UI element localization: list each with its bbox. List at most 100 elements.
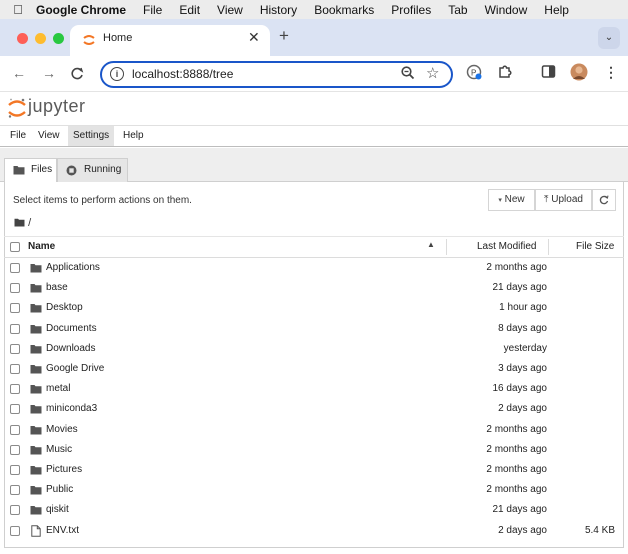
folder-icon (30, 505, 42, 518)
file-name[interactable]: ENV.txt (46, 525, 79, 536)
menubar-app-name[interactable]: Google Chrome (36, 3, 126, 17)
jupyter-logo-icon[interactable] (8, 97, 26, 119)
file-row[interactable]: Public 2 months ago (4, 480, 624, 500)
tab-running[interactable]: Running (57, 158, 128, 182)
row-checkbox[interactable] (10, 444, 20, 455)
row-checkbox[interactable] (10, 525, 20, 536)
side-panel-icon[interactable] (541, 64, 556, 79)
minimize-window-button[interactable] (35, 33, 46, 44)
tab-files[interactable]: Files (4, 158, 57, 183)
menubar-item-profiles[interactable]: Profiles (391, 3, 431, 17)
file-row[interactable]: qiskit 21 days ago (4, 500, 624, 520)
row-checkbox[interactable] (10, 323, 20, 334)
column-file-size[interactable]: File Size (576, 241, 614, 252)
forward-arrow-icon[interactable]: → (42, 65, 56, 81)
file-size: 5.4 KB (584, 524, 615, 536)
zoom-window-button[interactable] (53, 33, 64, 44)
file-row[interactable]: ENV.txt 2 days ago 5.4 KB (4, 521, 624, 541)
column-divider (548, 239, 549, 255)
address-bar[interactable]: i localhost:8888/tree ☆ (100, 61, 453, 88)
bookmark-star-icon[interactable]: ☆ (426, 64, 439, 82)
select-all-checkbox[interactable] (10, 242, 20, 252)
chrome-menu-icon[interactable]: ⋮ (604, 64, 618, 81)
zoom-icon[interactable] (400, 65, 416, 81)
jupyter-logo-text[interactable]: jupyter (28, 96, 86, 117)
file-last-modified: 21 days ago (492, 504, 548, 516)
row-checkbox[interactable] (10, 303, 20, 314)
file-name[interactable]: miniconda3 (46, 403, 97, 414)
site-info-icon[interactable]: i (110, 67, 124, 81)
tab-search-icon[interactable]: ⌄ (598, 27, 620, 49)
file-row[interactable]: Applications 2 months ago (4, 258, 624, 278)
file-row[interactable]: Documents 8 days ago (4, 319, 624, 339)
reload-icon[interactable] (71, 67, 84, 80)
extensions-puzzle-icon[interactable] (497, 64, 513, 80)
menubar-item-tab[interactable]: Tab (448, 3, 467, 17)
file-row[interactable]: Google Drive 3 days ago (4, 359, 624, 379)
close-window-button[interactable] (17, 33, 28, 44)
row-checkbox[interactable] (10, 263, 20, 273)
refresh-button[interactable] (592, 189, 616, 211)
row-checkbox[interactable] (10, 505, 20, 516)
file-row[interactable]: Downloads yesterday (4, 339, 624, 359)
back-arrow-icon[interactable]: ← (12, 65, 26, 81)
refresh-icon (599, 195, 609, 205)
menubar-item-bookmarks[interactable]: Bookmarks (314, 3, 374, 17)
sort-ascending-icon[interactable]: ▲ (427, 240, 435, 249)
breadcrumb: / (14, 217, 31, 229)
file-name[interactable]: Movies (46, 424, 78, 435)
file-name[interactable]: qiskit (46, 504, 69, 515)
column-name[interactable]: Name (28, 241, 55, 252)
upload-button[interactable]: ⤒ Upload (535, 189, 592, 211)
column-last-modified[interactable]: Last Modified (477, 241, 536, 252)
browser-tab-home[interactable]: Home ✕ (70, 25, 270, 56)
file-name[interactable]: base (46, 282, 68, 293)
row-checkbox[interactable] (10, 465, 20, 475)
menubar-item-file[interactable]: File (143, 3, 162, 17)
new-tab-icon[interactable]: + (279, 26, 289, 46)
file-name[interactable]: Google Drive (46, 363, 104, 374)
row-checkbox[interactable] (10, 424, 20, 435)
jupyter-menu-file[interactable]: File (5, 126, 31, 146)
file-name[interactable]: Pictures (46, 464, 82, 475)
row-checkbox[interactable] (10, 384, 20, 395)
address-url[interactable]: localhost:8888/tree (132, 67, 233, 81)
file-name[interactable]: metal (46, 383, 70, 394)
home-folder-icon[interactable] (14, 218, 25, 227)
close-tab-icon[interactable]: ✕ (248, 29, 260, 46)
row-checkbox[interactable] (10, 485, 20, 496)
menubar-item-help[interactable]: Help (544, 3, 569, 17)
jupyter-menu-view[interactable]: View (33, 126, 65, 146)
file-name[interactable]: Desktop (46, 302, 83, 313)
menubar-item-window[interactable]: Window (485, 3, 528, 17)
row-checkbox[interactable] (10, 404, 20, 415)
extension-profile-icon[interactable]: P (466, 64, 483, 81)
folder-icon (30, 465, 42, 478)
file-last-modified: 2 months ago (486, 423, 547, 435)
menubar-item-edit[interactable]: Edit (179, 3, 200, 17)
file-name[interactable]: Music (46, 444, 72, 455)
jupyter-menu-settings[interactable]: Settings (68, 126, 115, 146)
file-name[interactable]: Documents (46, 323, 97, 334)
file-row[interactable]: Pictures 2 months ago (4, 460, 624, 480)
file-row[interactable]: Movies 2 months ago (4, 420, 624, 440)
file-row[interactable]: Music 2 months ago (4, 440, 624, 460)
jupyter-menu-help[interactable]: Help (118, 126, 149, 146)
menubar-item-view[interactable]: View (217, 3, 243, 17)
file-row[interactable]: miniconda3 2 days ago (4, 399, 624, 419)
file-row[interactable]: base 21 days ago (4, 278, 624, 298)
row-checkbox[interactable] (10, 343, 20, 354)
new-button[interactable]: ▾ New (488, 189, 535, 211)
file-name[interactable]: Applications (46, 262, 100, 273)
menubar-item-history[interactable]: History (260, 3, 297, 17)
file-name[interactable]: Downloads (46, 343, 95, 354)
profile-avatar[interactable] (570, 63, 588, 81)
file-name[interactable]: Public (46, 484, 73, 495)
file-row[interactable]: Desktop 1 hour ago (4, 298, 624, 318)
file-last-modified: 2 days ago (498, 524, 547, 536)
row-checkbox[interactable] (10, 283, 20, 294)
row-checkbox[interactable] (10, 364, 20, 374)
apple-icon[interactable]:  (0, 2, 36, 17)
breadcrumb-root[interactable]: / (28, 217, 31, 229)
file-row[interactable]: metal 16 days ago (4, 379, 624, 399)
